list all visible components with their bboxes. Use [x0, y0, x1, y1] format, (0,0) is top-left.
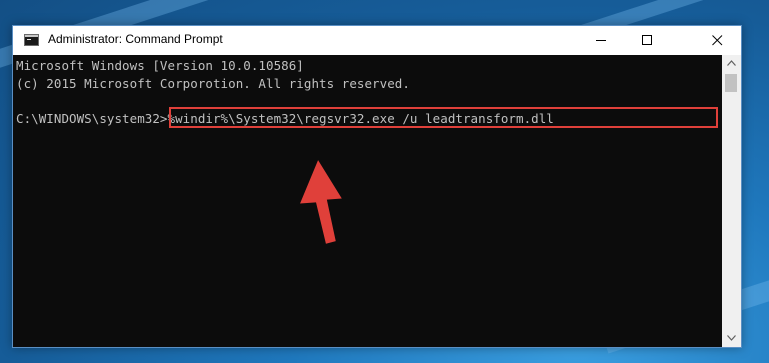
scroll-thumb[interactable]	[725, 74, 737, 92]
maximize-button[interactable]	[625, 26, 671, 55]
window-title: Administrator: Command Prompt	[48, 32, 223, 46]
arrow-up-icon	[300, 160, 342, 244]
maximize-icon	[642, 35, 652, 45]
command-prompt-window[interactable]: Administrator: Command Prompt Microsoft …	[12, 25, 742, 348]
console-copyright-line: (c) 2015 Microsoft Corporotion. All righ…	[16, 76, 410, 91]
close-icon	[712, 35, 723, 46]
minimize-button[interactable]	[579, 26, 625, 55]
chevron-down-icon	[727, 335, 736, 341]
minimize-icon	[596, 40, 606, 41]
title-bar[interactable]: Administrator: Command Prompt	[13, 26, 741, 55]
scroll-up-button[interactable]	[722, 55, 741, 72]
close-button[interactable]	[695, 26, 741, 55]
command-prompt-icon	[24, 34, 39, 46]
command-highlight-box	[169, 107, 718, 128]
vertical-scrollbar[interactable]	[722, 55, 741, 347]
chevron-up-icon	[727, 60, 736, 66]
console-output[interactable]: Microsoft Windows [Version 10.0.10586] (…	[13, 55, 722, 347]
console-prompt: C:\WINDOWS\system32>	[16, 111, 168, 126]
scroll-down-button[interactable]	[722, 330, 741, 347]
console-version-line: Microsoft Windows [Version 10.0.10586]	[16, 58, 304, 73]
